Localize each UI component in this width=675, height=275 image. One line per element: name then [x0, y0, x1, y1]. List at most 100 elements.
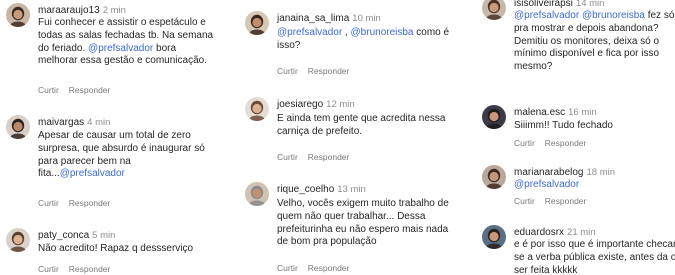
comment-text-segment: ,: [342, 27, 351, 38]
comment-line: mínimo disponível e fica por isso: [514, 48, 674, 61]
username-link[interactable]: paty_conca: [38, 230, 89, 241]
comment-line: se a verba pública existe, antes da obr: [514, 252, 675, 265]
comment-timestamp: 13 min: [337, 184, 366, 195]
mention-link[interactable]: @prefsalvador: [514, 10, 579, 21]
comment-text-segment: todas as salas fechadas tb. Na semana: [38, 29, 214, 41]
like-button[interactable]: Curtir: [277, 66, 298, 76]
like-button[interactable]: Curtir: [38, 264, 59, 274]
comment-text-segment: Fui conhecer e assistir o espetáculo e: [38, 17, 206, 28]
comment-text-segment: para parecer bem na: [38, 155, 131, 167]
username-link[interactable]: janaina_sa_lima: [277, 13, 349, 24]
avatar[interactable]: [482, 225, 506, 249]
comment-actions: Curtir Responder: [514, 196, 586, 206]
comment-text-segment: do feriado.: [38, 42, 89, 54]
mention-link[interactable]: @brunoreisba: [582, 10, 645, 21]
comment-header: maivargas 4 min: [38, 115, 110, 129]
comment-line: todas as salas fechadas tb. Na semana: [38, 30, 213, 43]
username-link[interactable]: maraaraujo13: [38, 5, 100, 16]
comment-actions: Curtir Responder: [38, 264, 110, 274]
comment-line: isso?: [277, 40, 449, 53]
reply-button[interactable]: Responder: [308, 263, 350, 273]
mention-link[interactable]: @prefsalvador: [277, 27, 342, 38]
comment-text-segment: mesmo?: [514, 61, 553, 73]
avatar[interactable]: [6, 115, 30, 139]
comment-timestamp: 12 min: [326, 99, 355, 110]
reply-button[interactable]: Responder: [308, 66, 350, 76]
comment-timestamp: 16 min: [568, 107, 597, 118]
username-link[interactable]: eduardosrx: [514, 227, 564, 238]
comment-text-segment: Apesar de causar um total de zero: [38, 130, 191, 141]
comment-text-segment: fita...: [38, 168, 60, 180]
reply-button[interactable]: Responder: [545, 138, 587, 148]
username-link[interactable]: joesiarego: [277, 99, 323, 110]
avatar[interactable]: [482, 0, 506, 20]
comment-line: mesmo?: [514, 61, 674, 74]
comment-text-segment: quem não quer trabalhar... Dessa: [277, 210, 426, 222]
username-link[interactable]: rique_coelho: [277, 184, 334, 195]
comment-actions: Curtir Responder: [38, 198, 110, 208]
mention-link[interactable]: @prefsalvador: [514, 179, 579, 190]
comment-text: Fui conhecer e assistir o espetáculo e to…: [38, 17, 213, 68]
comment-header: janaina_sa_lima 10 min: [277, 11, 381, 25]
avatar[interactable]: [245, 11, 269, 35]
avatar[interactable]: [6, 228, 30, 252]
comment-timestamp: 5 min: [92, 230, 116, 241]
comment-text-segment: E ainda tem gente que acredita nessa: [277, 113, 446, 124]
avatar[interactable]: [482, 105, 506, 129]
comment-text-segment: Não acredito! Rapaz q dessserviço: [38, 243, 194, 254]
reply-button[interactable]: Responder: [69, 264, 111, 274]
comment-line: e é por isso que é importante checar: [514, 239, 675, 252]
like-button[interactable]: Curtir: [514, 196, 535, 206]
like-button[interactable]: Curtir: [277, 263, 298, 273]
comment-text-segment: fez só: [644, 10, 675, 21]
reply-button[interactable]: Responder: [69, 198, 111, 208]
comment-line: de bom pra população: [277, 236, 449, 249]
comment-line: Demitiu os monitores, deixa só o: [514, 36, 674, 49]
reply-button[interactable]: Responder: [69, 85, 111, 95]
comment-line: fita...@prefsalvador: [38, 168, 205, 181]
comment-text-segment: Demitiu os monitores, deixa só o: [514, 35, 660, 47]
avatar[interactable]: [245, 182, 269, 206]
comment-text-segment: Velho, vocês exigem muito trabalho de: [277, 198, 449, 209]
like-button[interactable]: Curtir: [277, 152, 298, 162]
username-link[interactable]: marianarabelog: [514, 167, 584, 178]
comment-actions: Curtir Responder: [277, 152, 349, 162]
username-link[interactable]: isisoliveirapsi: [514, 0, 573, 9]
comment-line: quem não quer trabalhar... Dessa: [277, 211, 449, 224]
comment-header: isisoliveirapsi 14 min: [514, 0, 604, 10]
mention-link[interactable]: @brunoreisba: [351, 27, 414, 38]
comment-text-segment: Siiimm!! Tudo fechado: [514, 120, 613, 131]
comment-line: do feriado. @prefsalvador bora: [38, 43, 213, 56]
comment-header: eduardosrx 21 min: [514, 225, 596, 239]
comment-header: maraaraujo13 2 min: [38, 3, 126, 17]
like-button[interactable]: Curtir: [38, 85, 59, 95]
comment-text-segment: como é: [413, 27, 450, 38]
like-button[interactable]: Curtir: [38, 198, 59, 208]
avatar[interactable]: [482, 165, 506, 189]
mention-link[interactable]: @prefsalvador: [88, 43, 153, 54]
comment-header: joesiarego 12 min: [277, 97, 355, 111]
comment-text-segment: surpresa, que absurdo é inaugurar só: [38, 142, 205, 154]
comment-actions: Curtir Responder: [514, 138, 586, 148]
avatar[interactable]: [6, 3, 30, 27]
reply-button[interactable]: Responder: [308, 152, 350, 162]
username-link[interactable]: maivargas: [38, 117, 84, 128]
avatar[interactable]: [245, 97, 269, 121]
comment-text: @prefsalvador @brunoreisba fez só pra mos…: [514, 10, 674, 74]
comment-text-segment: ser feita kkkkk: [514, 264, 578, 275]
comment-line: para parecer bem na: [38, 156, 205, 169]
mention-link[interactable]: @prefsalvador: [60, 168, 125, 179]
like-button[interactable]: Curtir: [514, 138, 535, 148]
comment-timestamp: 10 min: [352, 13, 381, 24]
comment-text-segment: melhorar essa gestão e comunicação.: [38, 55, 207, 67]
comment-line: melhorar essa gestão e comunicação.: [38, 55, 213, 68]
comment-line: @prefsalvador @brunoreisba fez só: [514, 10, 674, 23]
comment-text-segment: pra mostrar e depois abandona?: [514, 22, 659, 34]
comment-actions: Curtir Responder: [277, 263, 349, 273]
comment-line: prefeiturinha eu não espero mais nada: [277, 224, 449, 237]
comment-timestamp: 18 min: [586, 167, 616, 178]
comment-timestamp: 14 min: [575, 0, 605, 9]
username-link[interactable]: malena.esc: [514, 107, 565, 118]
comment-timestamp: 4 min: [87, 117, 111, 128]
reply-button[interactable]: Responder: [545, 196, 587, 206]
